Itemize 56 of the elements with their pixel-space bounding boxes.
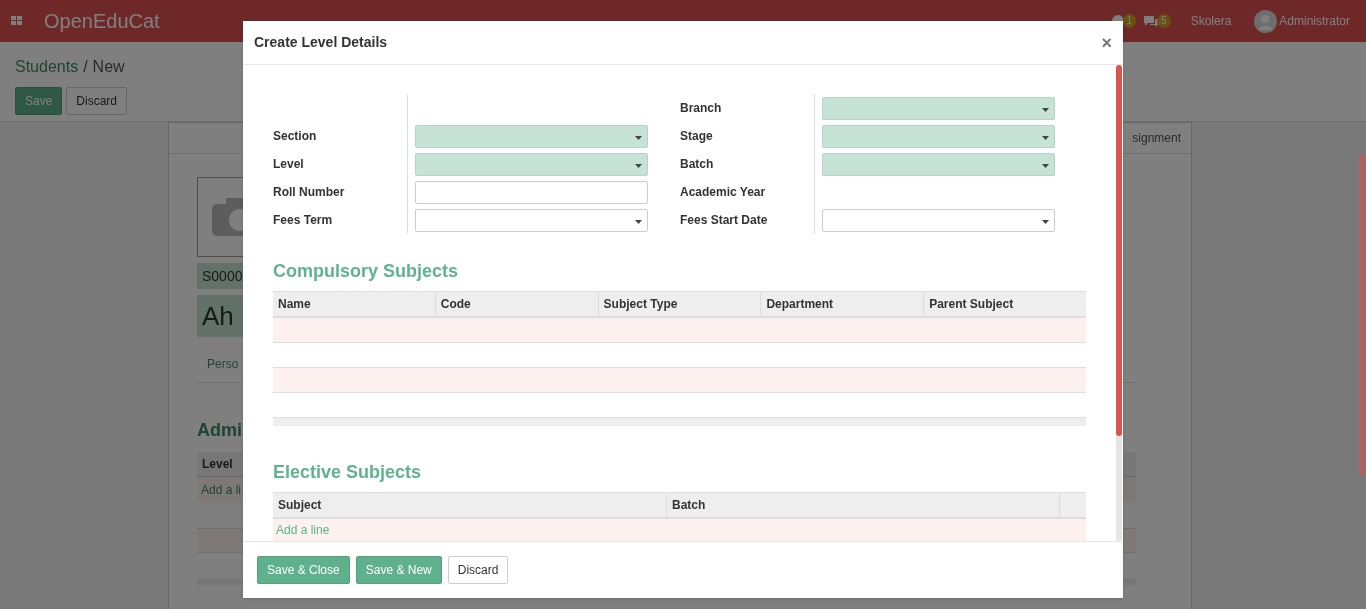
breadcrumb-separator: / bbox=[83, 58, 88, 75]
caret-icon bbox=[635, 135, 642, 140]
caret-icon bbox=[635, 163, 642, 168]
field-label: Level bbox=[273, 156, 304, 173]
caret-icon bbox=[1042, 107, 1049, 112]
select-field[interactable] bbox=[415, 152, 648, 176]
select-field[interactable] bbox=[822, 124, 1055, 148]
caret-icon bbox=[1042, 135, 1049, 140]
field-label: Academic Year bbox=[680, 184, 766, 201]
section-title: Elective Subjects bbox=[273, 461, 423, 484]
tab[interactable]: Perso bbox=[207, 357, 239, 371]
column-header: Level bbox=[202, 456, 233, 473]
caret-icon bbox=[635, 219, 642, 224]
field-label: Roll Number bbox=[273, 184, 345, 201]
add-line-link[interactable]: Add a line bbox=[276, 521, 330, 539]
user-name[interactable]: Administrator bbox=[1279, 12, 1350, 30]
notification-badge: 5 bbox=[1157, 14, 1171, 28]
save-button[interactable]: Save & New bbox=[355, 556, 442, 584]
section-title: Admi bbox=[197, 419, 242, 442]
field-label: Fees Term bbox=[273, 212, 333, 229]
company-name[interactable]: Skolera bbox=[1190, 12, 1232, 30]
add-line-link[interactable]: Add a li bbox=[201, 480, 242, 499]
input-field[interactable] bbox=[415, 180, 648, 204]
field-label: Branch bbox=[680, 100, 722, 117]
column-header[interactable]: Department bbox=[760, 292, 924, 316]
select-field[interactable] bbox=[822, 96, 1055, 120]
field-label: Fees Start Date bbox=[680, 212, 768, 229]
apps-icon[interactable] bbox=[11, 16, 22, 26]
scrollbar-thumb[interactable] bbox=[1116, 65, 1122, 436]
select-field[interactable] bbox=[822, 208, 1055, 232]
caret-icon bbox=[1042, 163, 1049, 168]
caret-icon bbox=[1042, 219, 1049, 224]
column-header[interactable]: Batch bbox=[666, 493, 1059, 517]
select-field[interactable] bbox=[822, 152, 1055, 176]
field-label: Batch bbox=[680, 156, 714, 173]
dialog-title: Create Level Details bbox=[254, 33, 388, 52]
column-header[interactable]: Parent Subject bbox=[923, 292, 1086, 316]
discard-button[interactable]: Discard bbox=[447, 556, 509, 584]
avatar-icon[interactable] bbox=[1254, 9, 1278, 33]
breadcrumb-link[interactable]: Students bbox=[15, 58, 79, 75]
breadcrumb-current: New bbox=[92, 58, 125, 75]
discard-button[interactable]: Discard bbox=[66, 87, 128, 115]
column-header[interactable]: Name bbox=[273, 292, 435, 316]
field-label: Section bbox=[273, 128, 317, 145]
chat-icon[interactable] bbox=[1143, 14, 1160, 28]
save-button[interactable]: Save bbox=[15, 87, 63, 115]
select-field[interactable] bbox=[415, 208, 648, 232]
field-label: Stage bbox=[680, 128, 713, 145]
column-header[interactable]: Subject Type bbox=[597, 292, 761, 316]
column-header[interactable]: Subject bbox=[273, 493, 666, 517]
app-name[interactable]: OpenEduCat bbox=[44, 6, 160, 36]
save-button[interactable]: Save & Close bbox=[257, 556, 350, 584]
close-button[interactable]: × bbox=[1101, 33, 1112, 52]
section-title: Compulsory Subjects bbox=[273, 260, 460, 283]
column-header[interactable]: Code bbox=[434, 292, 598, 316]
select-field[interactable] bbox=[415, 124, 648, 148]
